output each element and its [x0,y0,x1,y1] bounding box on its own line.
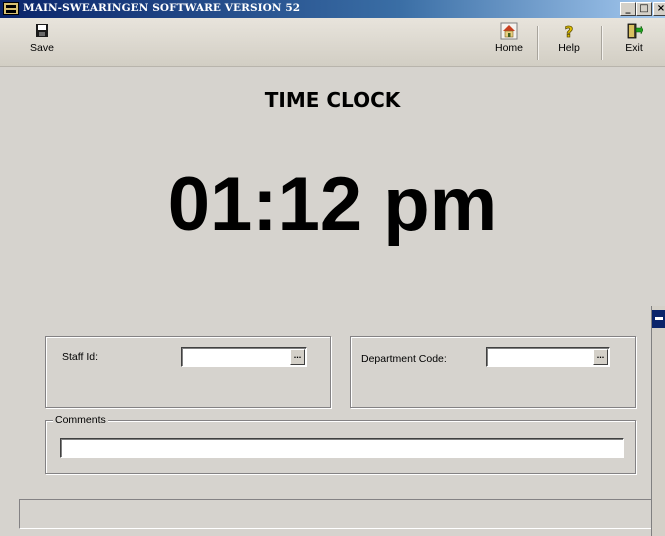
comments-label: Comments [53,414,108,426]
close-button[interactable]: × [653,2,665,16]
question-mark-icon: ? [560,22,578,42]
app-icon[interactable] [3,2,19,15]
home-icon [500,22,518,40]
svg-text:?: ? [565,23,574,40]
comments-input[interactable] [60,438,624,458]
staff-id-field[interactable]: ... [181,347,307,367]
toolbar: Save Home ? Help Exit [0,18,665,67]
department-code-label: Department Code: [361,353,447,365]
title-bar[interactable]: MAIN-SWEARINGEN SOFTWARE VERSION 52 _ □ … [0,0,665,18]
home-label: Home [494,42,523,54]
toolbar-separator [601,26,603,60]
department-code-group: Department Code: ... [350,336,636,408]
staff-id-lookup-button[interactable]: ... [290,349,305,365]
exit-button[interactable]: Exit [614,22,654,62]
staff-id-label: Staff Id: [62,351,98,363]
maximize-button[interactable]: □ [636,2,652,16]
background-window-edge[interactable] [651,306,665,536]
background-window-title[interactable] [652,310,665,328]
status-bar [19,499,665,529]
comments-group: Comments [45,414,636,474]
minimize-button[interactable]: _ [620,2,636,16]
exit-door-icon [625,22,644,40]
page-title: TIME CLOCK [264,88,401,112]
home-button[interactable]: Home [489,22,529,62]
toolbar-separator [537,26,539,60]
exit-label: Exit [625,42,643,54]
staff-id-group: Staff Id: ... [45,336,331,408]
save-label: Save [30,42,54,54]
window-title: MAIN-SWEARINGEN SOFTWARE VERSION 52 [23,2,301,14]
main-window: MAIN-SWEARINGEN SOFTWARE VERSION 52 _ □ … [0,0,665,536]
department-code-lookup-button[interactable]: ... [593,349,608,365]
save-button[interactable]: Save [22,22,62,62]
help-button[interactable]: ? Help [549,22,589,62]
clock-display: 01:12 pm [167,162,498,247]
department-code-field[interactable]: ... [486,347,610,367]
help-label: Help [558,42,580,54]
floppy-disk-icon [33,22,51,40]
